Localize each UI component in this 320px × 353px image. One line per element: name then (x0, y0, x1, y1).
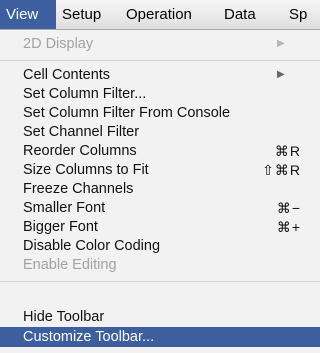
menu-item-label: Set Column Filter... (23, 86, 147, 102)
menu-item-hide-toolbar[interactable]: Hide Toolbar (0, 307, 320, 327)
menu-item-label: Disable Color Coding (23, 238, 161, 254)
menu-item-label: Enable Editing (23, 257, 117, 273)
menu-sp[interactable]: Sp (289, 0, 307, 29)
menu-item-size-columns-to-fit[interactable]: Size Columns to Fit ⇧⌘R (0, 160, 320, 180)
menu-item-label: Smaller Font (23, 200, 106, 216)
submenu-arrow-icon: ▶ (277, 38, 285, 49)
menu-item-freeze-channels[interactable]: Freeze Channels (0, 179, 320, 199)
menu-item-label: Set Column Filter From Console (23, 105, 231, 121)
menu-item-label: Size Columns to Fit (23, 162, 149, 178)
menu-data[interactable]: Data (224, 0, 256, 29)
menu-item-customize-toolbar[interactable]: Customize Toolbar... (0, 327, 320, 347)
menu-view[interactable]: View (0, 0, 56, 29)
menu-separator (0, 281, 320, 282)
menu-item-enable-editing: Enable Editing (0, 255, 320, 275)
menu-item-label: Freeze Channels (23, 181, 134, 197)
view-menu-dropdown: 2D Display ▶ Cell Contents ▶ Set Column … (0, 30, 320, 353)
menu-item-label: Reorder Columns (23, 143, 137, 159)
menu-item-label: Customize Toolbar... (23, 329, 155, 345)
menu-item-label: Cell Contents (23, 67, 111, 83)
menu-item-set-channel-filter[interactable]: Set Channel Filter (0, 122, 320, 142)
menu-item-label: 2D Display (23, 36, 94, 52)
menu-separator (0, 60, 320, 61)
shortcut-label: ⌘+ (276, 219, 301, 235)
shortcut-label: ⌘− (276, 200, 301, 216)
menu-bar: View Setup Operation Data Sp (0, 0, 320, 30)
menu-item-smaller-font[interactable]: Smaller Font ⌘− (0, 198, 320, 218)
menu-item-set-column-filter-from-console[interactable]: Set Column Filter From Console (0, 103, 320, 123)
menu-item-disable-color-coding[interactable]: Disable Color Coding (0, 236, 320, 256)
menu-item-set-column-filter[interactable]: Set Column Filter... (0, 84, 320, 104)
submenu-arrow-icon: ▶ (277, 69, 285, 80)
menu-item-reorder-columns[interactable]: Reorder Columns ⌘R (0, 141, 320, 161)
menu-item-label: Hide Toolbar (23, 309, 105, 325)
menu-item-label: Bigger Font (23, 219, 98, 235)
shortcut-label: ⇧⌘R (262, 162, 301, 178)
menu-item-2d-display: 2D Display ▶ (0, 34, 320, 54)
menu-item-label: Set Channel Filter (23, 124, 140, 140)
menu-item-cell-contents[interactable]: Cell Contents ▶ (0, 65, 320, 85)
menu-item-bigger-font[interactable]: Bigger Font ⌘+ (0, 217, 320, 237)
menu-operation[interactable]: Operation (126, 0, 192, 29)
shortcut-label: ⌘R (274, 143, 301, 159)
menu-setup[interactable]: Setup (62, 0, 101, 29)
